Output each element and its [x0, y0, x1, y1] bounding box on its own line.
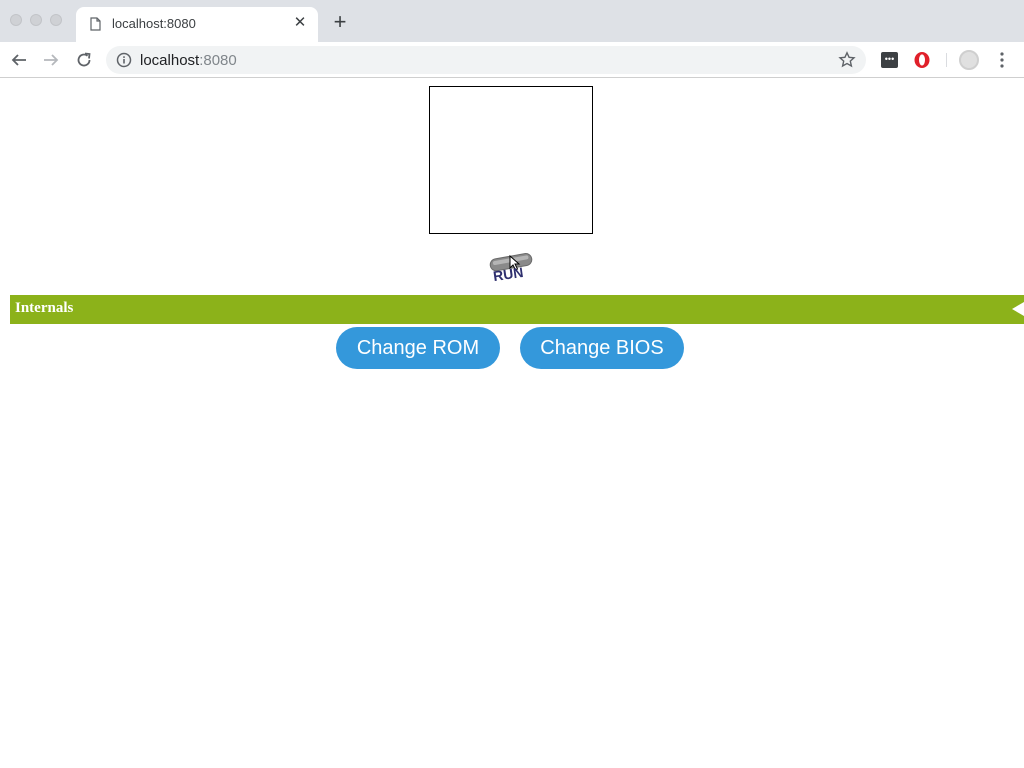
back-arrow-icon	[11, 54, 26, 66]
window-close-dot[interactable]	[10, 14, 22, 26]
profile-avatar-icon[interactable]	[959, 50, 979, 70]
internals-panel-header[interactable]: Internals	[10, 295, 1024, 324]
forward-button[interactable]	[39, 48, 63, 72]
address-bar[interactable]: localhost:8080	[106, 46, 866, 74]
star-icon[interactable]	[838, 51, 856, 69]
forward-arrow-icon	[44, 54, 59, 66]
collapse-arrow-icon[interactable]	[1012, 302, 1024, 316]
tab-close-icon[interactable]: ✕	[292, 15, 308, 31]
extension-icon[interactable]: •••	[881, 52, 898, 68]
toolbar-divider	[946, 53, 947, 67]
window-zoom-dot[interactable]	[50, 14, 62, 26]
new-tab-icon[interactable]: +	[330, 11, 350, 33]
window-minimize-dot[interactable]	[30, 14, 42, 26]
url-host: localhost	[140, 52, 200, 69]
opera-icon[interactable]	[913, 51, 931, 69]
url-text: localhost:8080	[140, 52, 237, 69]
kebab-menu-icon[interactable]	[996, 51, 1008, 69]
change-bios-button[interactable]: Change BIOS	[520, 327, 684, 369]
internals-label: Internals	[15, 300, 74, 316]
tab-title: localhost:8080	[112, 16, 196, 31]
page-icon	[90, 17, 101, 31]
info-icon[interactable]	[116, 52, 132, 68]
browser-tab-strip: localhost:8080 ✕ +	[0, 0, 1024, 42]
url-port: :8080	[199, 52, 237, 69]
reload-icon	[77, 52, 91, 67]
back-button[interactable]	[7, 48, 31, 72]
reload-button[interactable]	[72, 48, 96, 72]
browser-toolbar: localhost:8080 •••	[0, 42, 1024, 78]
change-rom-button[interactable]: Change ROM	[336, 327, 500, 369]
browser-tab[interactable]: localhost:8080 ✕	[76, 7, 318, 42]
emulator-screen[interactable]	[429, 86, 593, 234]
